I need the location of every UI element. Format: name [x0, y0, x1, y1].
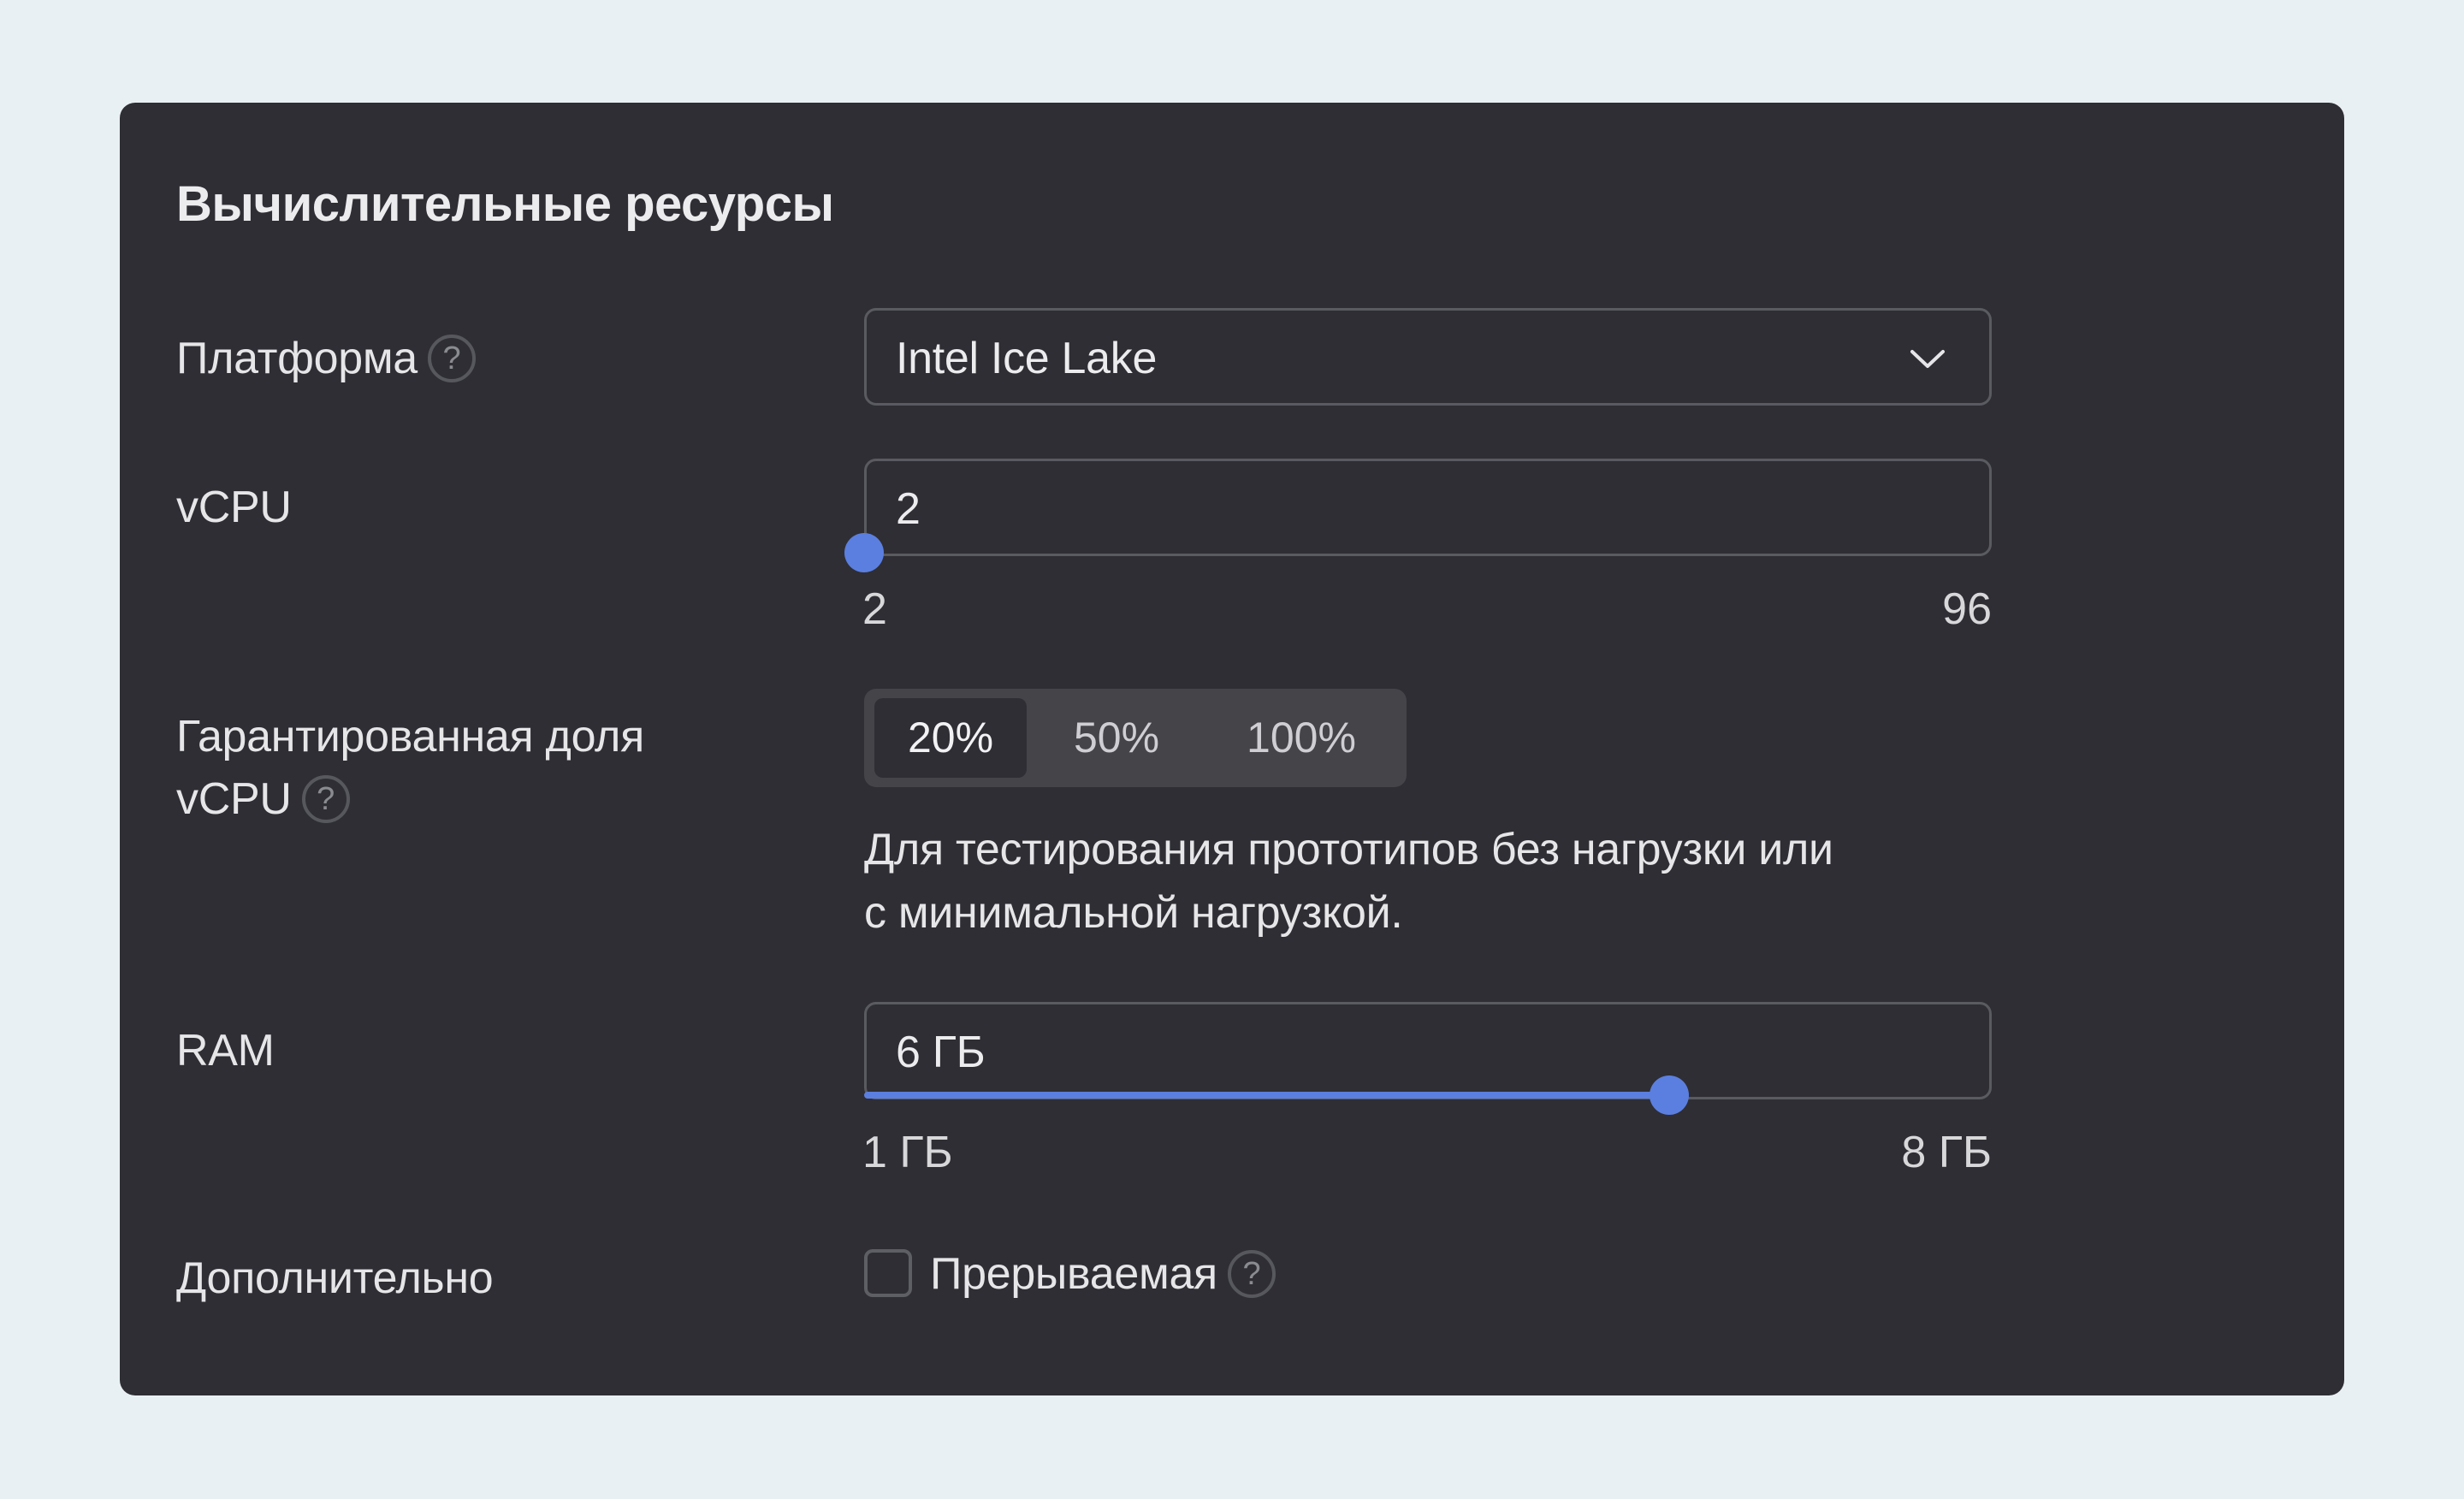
platform-help-icon[interactable]: ? — [427, 335, 476, 383]
share-option-20[interactable]: 20% — [874, 698, 1027, 778]
preemptible-checkbox[interactable] — [864, 1249, 912, 1297]
vcpu-slider-thumb[interactable] — [844, 533, 884, 572]
guaranteed-share-label: Гарантированная доля — [176, 712, 644, 761]
guaranteed-share-help-icon[interactable]: ? — [301, 775, 350, 824]
guaranteed-share-label-line2: vCPU? — [176, 768, 350, 830]
ram-min-label: 1 ГБ — [862, 1128, 953, 1177]
vcpu-label: vCPU — [176, 483, 292, 532]
vcpu-input-value: 2 — [896, 484, 921, 534]
preemptible-help-icon[interactable]: ? — [1227, 1250, 1276, 1299]
guaranteed-share-label-text: vCPU — [176, 774, 292, 824]
ram-input[interactable]: 6 ГБ — [864, 1002, 1992, 1099]
platform-label-text: Платформа — [176, 334, 418, 383]
additional-label: Дополнительно — [176, 1253, 494, 1303]
ram-label: RAM — [176, 1026, 275, 1075]
vcpu-input[interactable]: 2 — [864, 459, 1992, 556]
description-line-1: Для тестирования прототипов без нагрузки… — [864, 825, 1833, 874]
preemptible-label[interactable]: Прерываемая — [930, 1249, 1217, 1299]
share-option-100[interactable]: 100% — [1206, 698, 1396, 778]
vcpu-max-label: 96 — [1942, 584, 1992, 634]
ram-slider-thumb[interactable] — [1650, 1075, 1690, 1115]
vcpu-slider[interactable] — [844, 533, 1992, 572]
guaranteed-share-selector: 20% 50% 100% — [864, 689, 1407, 787]
platform-select[interactable]: Intel Ice Lake — [864, 308, 1992, 406]
ram-max-label: 8 ГБ — [1901, 1128, 1992, 1177]
preemptible-option[interactable]: Прерываемая? — [930, 1243, 1276, 1305]
vcpu-min-label: 2 — [862, 584, 887, 634]
platform-label: Платформа? — [176, 328, 476, 389]
ram-slider[interactable] — [864, 1075, 1992, 1115]
chevron-down-icon — [1910, 350, 1945, 368]
section-title: Вычислительные ресурсы — [176, 176, 834, 232]
guaranteed-share-description: Для тестирования прототипов без нагрузки… — [864, 818, 1992, 945]
share-option-50[interactable]: 50% — [1035, 698, 1198, 778]
ram-slider-fill — [864, 1092, 1670, 1099]
compute-resources-card: Вычислительные ресурсы Платформа? Intel … — [120, 103, 2344, 1395]
description-line-2: с минимальной нагрузкой. — [864, 888, 1403, 938]
platform-select-value: Intel Ice Lake — [896, 334, 1158, 383]
ram-input-value: 6 ГБ — [896, 1028, 986, 1077]
